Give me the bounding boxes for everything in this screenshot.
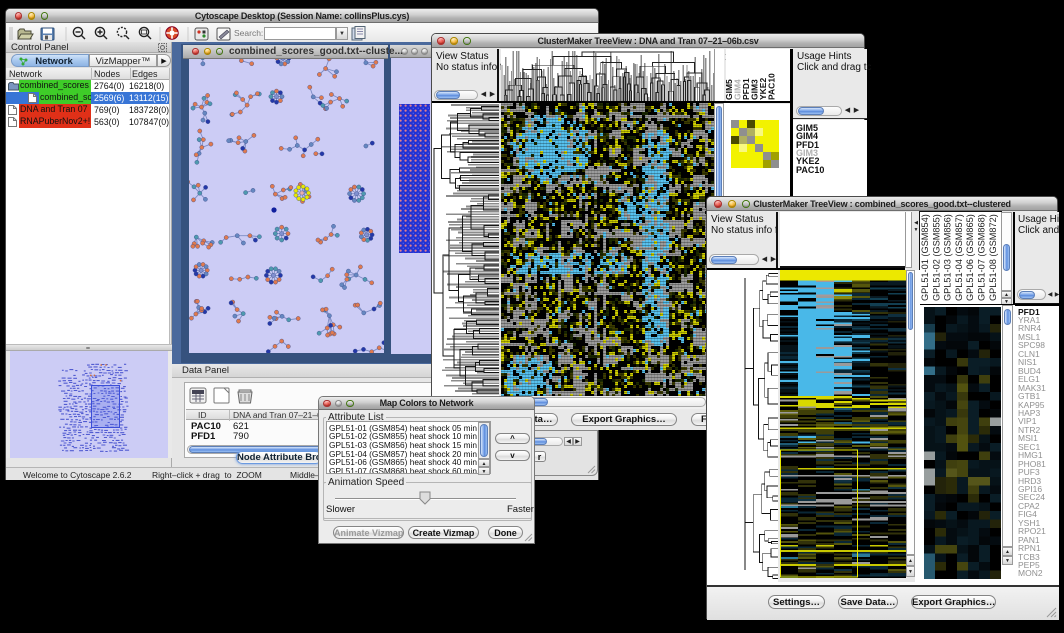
svg-text:PAC10: PAC10: [767, 73, 777, 100]
svg-text:GPL51-06 (GSM865): GPL51-06 (GSM865): [965, 214, 975, 301]
svg-text:GPL51-02 (GSM855): GPL51-02 (GSM855): [931, 214, 941, 301]
svg-text:GPL51-03 (GSM856): GPL51-03 (GSM856): [943, 214, 953, 301]
svg-text:GPL51-07 (GSM868): GPL51-07 (GSM868): [977, 214, 987, 301]
svg-text:GPL51-08 (GSM872): GPL51-08 (GSM872): [988, 214, 998, 301]
svg-text:GPL51-04 (GSM857): GPL51-04 (GSM857): [954, 214, 964, 301]
svg-text:GPL51-01 (GSM854): GPL51-01 (GSM854): [920, 214, 930, 301]
